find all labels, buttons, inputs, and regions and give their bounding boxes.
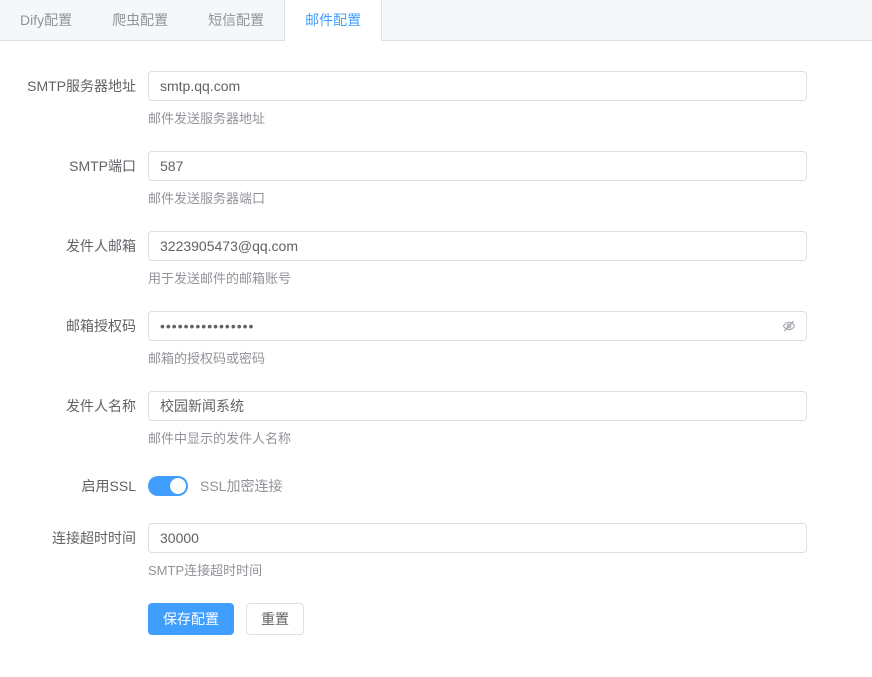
- sender-email-label: 发件人邮箱: [0, 231, 148, 261]
- sender-name-input[interactable]: [148, 391, 807, 421]
- ssl-switch[interactable]: [148, 476, 188, 496]
- form-row-smtp-port: SMTP端口 邮件发送服务器端口: [0, 151, 872, 209]
- form-row-sender-email: 发件人邮箱 用于发送邮件的邮箱账号: [0, 231, 872, 289]
- timeout-hint: SMTP连接超时时间: [148, 561, 807, 581]
- smtp-host-input[interactable]: [148, 71, 807, 101]
- sender-name-hint: 邮件中显示的发件人名称: [148, 429, 807, 449]
- sender-email-input[interactable]: [148, 231, 807, 261]
- smtp-host-label: SMTP服务器地址: [0, 71, 148, 101]
- tab-email-config[interactable]: 邮件配置: [284, 0, 382, 40]
- timeout-label: 连接超时时间: [0, 523, 148, 553]
- auth-code-label: 邮箱授权码: [0, 311, 148, 341]
- ssl-label: 启用SSL: [0, 471, 148, 501]
- reset-button[interactable]: 重置: [246, 603, 304, 635]
- form-row-timeout: 连接超时时间 SMTP连接超时时间: [0, 523, 872, 581]
- timeout-input[interactable]: [148, 523, 807, 553]
- smtp-port-label: SMTP端口: [0, 151, 148, 181]
- ssl-switch-knob: [170, 478, 186, 494]
- ssl-switch-text: SSL加密连接: [200, 476, 282, 496]
- tab-crawler-config[interactable]: 爬虫配置: [92, 0, 188, 40]
- sender-email-hint: 用于发送邮件的邮箱账号: [148, 269, 807, 289]
- smtp-port-input[interactable]: [148, 151, 807, 181]
- form-row-ssl: 启用SSL SSL加密连接: [0, 471, 872, 501]
- form-row-auth-code: 邮箱授权码 邮箱的授权码或密码: [0, 311, 872, 369]
- form-row-sender-name: 发件人名称 邮件中显示的发件人名称: [0, 391, 872, 449]
- auth-code-input[interactable]: [148, 311, 807, 341]
- form-actions: 保存配置 重置: [148, 603, 872, 635]
- config-tab-bar: Dify配置 爬虫配置 短信配置 邮件配置: [0, 0, 872, 41]
- smtp-host-hint: 邮件发送服务器地址: [148, 109, 807, 129]
- sender-name-label: 发件人名称: [0, 391, 148, 421]
- form-row-smtp-host: SMTP服务器地址 邮件发送服务器地址: [0, 71, 872, 129]
- email-config-page: Dify配置 爬虫配置 短信配置 邮件配置 SMTP服务器地址 邮件发送服务器地…: [0, 0, 872, 677]
- smtp-port-hint: 邮件发送服务器端口: [148, 189, 807, 209]
- save-config-button[interactable]: 保存配置: [148, 603, 234, 635]
- tab-dify-config[interactable]: Dify配置: [0, 0, 92, 40]
- auth-code-hint: 邮箱的授权码或密码: [148, 349, 807, 369]
- email-config-form: SMTP服务器地址 邮件发送服务器地址 SMTP端口 邮件发送服务器端口 发件人…: [0, 41, 872, 635]
- eye-slash-icon[interactable]: [781, 318, 797, 334]
- tab-sms-config[interactable]: 短信配置: [188, 0, 284, 40]
